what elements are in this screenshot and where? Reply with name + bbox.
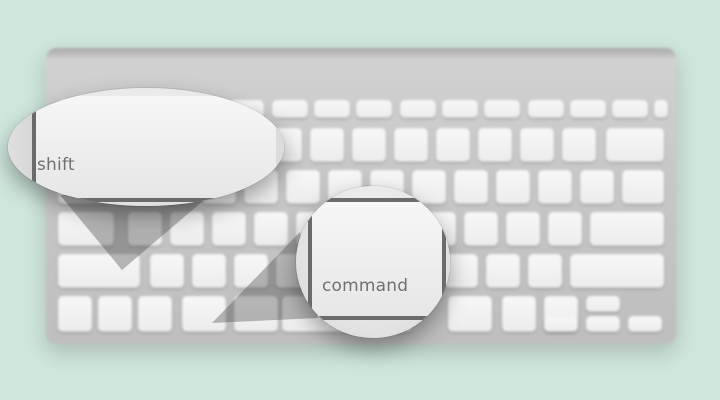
magnifier-edge	[276, 88, 284, 206]
key-divider	[308, 316, 446, 320]
command-key-label: command	[322, 276, 409, 296]
shift-key-icon	[32, 96, 284, 200]
shift-key-magnifier: shift	[8, 88, 284, 206]
command-key-magnifier: command	[296, 186, 450, 338]
illustration: shift command	[0, 0, 720, 400]
key-divider	[30, 198, 282, 202]
magnifier-edge	[8, 88, 34, 206]
command-key-icon	[308, 198, 446, 320]
shift-key-label: shift	[37, 155, 75, 175]
shift-callout-pointer	[60, 195, 210, 270]
